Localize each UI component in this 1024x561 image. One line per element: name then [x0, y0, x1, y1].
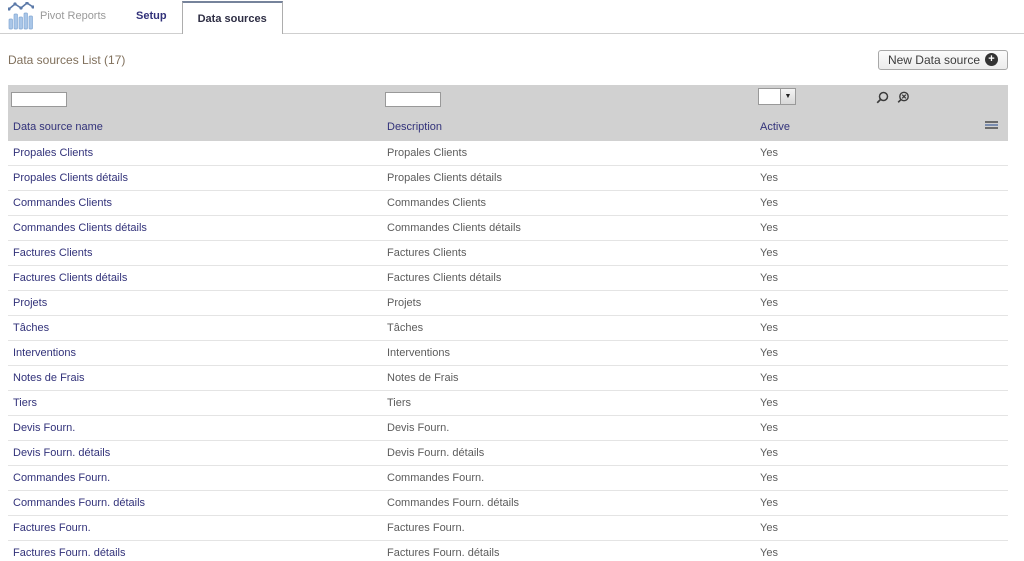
filter-select-active-value [759, 89, 780, 104]
data-source-name-link[interactable]: Factures Clients détails [8, 272, 382, 284]
clear-search-icon[interactable] [896, 90, 910, 104]
search-icon[interactable] [875, 90, 889, 104]
table-row: Commandes Fourn. Commandes Fourn. Yes [8, 466, 1008, 491]
data-source-active-value: Yes [760, 372, 778, 384]
data-source-name-link[interactable]: Factures Fourn. [8, 522, 382, 534]
filter-input-description[interactable] [385, 92, 441, 107]
data-source-name-link[interactable]: Tiers [8, 397, 382, 409]
data-source-description: Tâches [387, 322, 424, 334]
data-source-name-link[interactable]: Commandes Clients détails [8, 222, 382, 234]
data-source-name-link[interactable]: Commandes Fourn. [8, 472, 382, 484]
plus-circle-icon: + [985, 53, 998, 66]
data-source-active-value: Yes [760, 522, 778, 534]
data-source-description: Commandes Clients détails [387, 222, 521, 234]
table-filter-row: ▼ [8, 85, 1008, 112]
data-source-description: Commandes Fourn. détails [387, 497, 520, 509]
filter-cell-description [382, 90, 755, 108]
tab-setup[interactable]: Setup [130, 0, 173, 33]
data-source-description: Commandes Fourn. [387, 472, 485, 484]
data-source-active-value: Yes [760, 322, 778, 334]
table-row: Commandes Fourn. détails Commandes Fourn… [8, 491, 1008, 516]
data-source-description: Factures Clients détails [387, 272, 502, 284]
column-header-description[interactable]: Description [382, 121, 755, 133]
data-source-name-link[interactable]: Commandes Fourn. détails [8, 497, 382, 509]
column-header-active[interactable]: Active [755, 121, 978, 133]
table-row: Notes de Frais Notes de Frais Yes [8, 366, 1008, 391]
table-body: Propales Clients Propales Clients Yes Pr… [8, 141, 1008, 561]
app-name-label: Pivot Reports [40, 10, 107, 22]
data-source-name-link[interactable]: Interventions [8, 347, 382, 359]
data-source-description: Propales Clients détails [387, 172, 502, 184]
data-source-active-value: Yes [760, 422, 778, 434]
bar-chart-logo-icon [8, 2, 34, 30]
data-source-name-link[interactable]: Factures Clients [8, 247, 382, 259]
data-source-name-link[interactable]: Factures Fourn. détails [8, 547, 382, 559]
data-source-name-link[interactable]: Propales Clients [8, 147, 382, 159]
data-source-name-link[interactable]: Devis Fourn. [8, 422, 382, 434]
data-source-active-value: Yes [760, 247, 778, 259]
data-source-active-value: Yes [760, 222, 778, 234]
table-row: Commandes Clients détails Commandes Clie… [8, 216, 1008, 241]
table-row: Devis Fourn. Devis Fourn. Yes [8, 416, 1008, 441]
data-source-name-link[interactable]: Devis Fourn. détails [8, 447, 382, 459]
tab-data-sources[interactable]: Data sources [181, 1, 283, 34]
data-source-description: Devis Fourn. [387, 422, 450, 434]
page-header: Data sources List (17) New Data source + [0, 34, 1024, 85]
column-header-name[interactable]: Data source name [8, 121, 382, 133]
filter-select-active[interactable]: ▼ [758, 88, 796, 105]
table-row: Devis Fourn. détails Devis Fourn. détail… [8, 441, 1008, 466]
filter-cell-name [8, 90, 382, 108]
data-source-active-value: Yes [760, 472, 778, 484]
filter-input-name[interactable] [11, 92, 67, 107]
table-row: Propales Clients Propales Clients Yes [8, 141, 1008, 166]
data-source-name-link[interactable]: Projets [8, 297, 382, 309]
table-row: Commandes Clients Commandes Clients Yes [8, 191, 1008, 216]
data-source-active-value: Yes [760, 297, 778, 309]
data-source-description: Notes de Frais [387, 372, 459, 384]
data-source-description: Interventions [387, 347, 450, 359]
table-row: Tiers Tiers Yes [8, 391, 1008, 416]
chevron-down-icon[interactable]: ▼ [780, 89, 795, 104]
table-row: Factures Clients Factures Clients Yes [8, 241, 1008, 266]
data-source-name-link[interactable]: Notes de Frais [8, 372, 382, 384]
data-source-name-link[interactable]: Propales Clients détails [8, 172, 382, 184]
data-source-description: Devis Fourn. détails [387, 447, 485, 459]
data-source-name-link[interactable]: Commandes Clients [8, 197, 382, 209]
table-row: Propales Clients détails Propales Client… [8, 166, 1008, 191]
table-row: Projets Projets Yes [8, 291, 1008, 316]
new-data-source-label: New Data source [887, 52, 980, 67]
data-source-description: Factures Fourn. détails [387, 547, 500, 559]
table-row: Factures Fourn. Factures Fourn. Yes [8, 516, 1008, 541]
table-row: Factures Fourn. détails Factures Fourn. … [8, 541, 1008, 561]
data-source-active-value: Yes [760, 197, 778, 209]
data-source-active-value: Yes [760, 447, 778, 459]
top-navigation-bar: Pivot Reports Setup Data sources [0, 0, 1024, 34]
data-source-description: Propales Clients [387, 147, 468, 159]
filter-cell-active: ▼ [755, 88, 978, 109]
data-source-active-value: Yes [760, 347, 778, 359]
data-source-active-value: Yes [760, 147, 778, 159]
data-source-description: Tiers [387, 397, 412, 409]
data-source-active-value: Yes [760, 397, 778, 409]
data-source-active-value: Yes [760, 272, 778, 284]
table-header-row: Data source name Description Active [8, 112, 1008, 141]
data-source-description: Factures Clients [387, 247, 467, 259]
data-source-active-value: Yes [760, 172, 778, 184]
data-source-description: Projets [387, 297, 422, 309]
data-source-active-value: Yes [760, 547, 778, 559]
data-source-active-value: Yes [760, 497, 778, 509]
table-row: Factures Clients détails Factures Client… [8, 266, 1008, 291]
new-data-source-button[interactable]: New Data source + [877, 49, 1008, 70]
table-row: Tâches Tâches Yes [8, 316, 1008, 341]
app-brand: Pivot Reports [0, 0, 106, 33]
data-source-description: Commandes Clients [387, 197, 487, 209]
data-sources-table: ▼ Data source name Description Active Pr… [8, 85, 1008, 561]
column-select-icon[interactable] [985, 121, 998, 132]
page-title: Data sources List (17) [8, 52, 126, 67]
table-row: Interventions Interventions Yes [8, 341, 1008, 366]
filter-action-icons [875, 90, 910, 104]
data-source-description: Factures Fourn. [387, 522, 465, 534]
data-source-name-link[interactable]: Tâches [8, 322, 382, 334]
